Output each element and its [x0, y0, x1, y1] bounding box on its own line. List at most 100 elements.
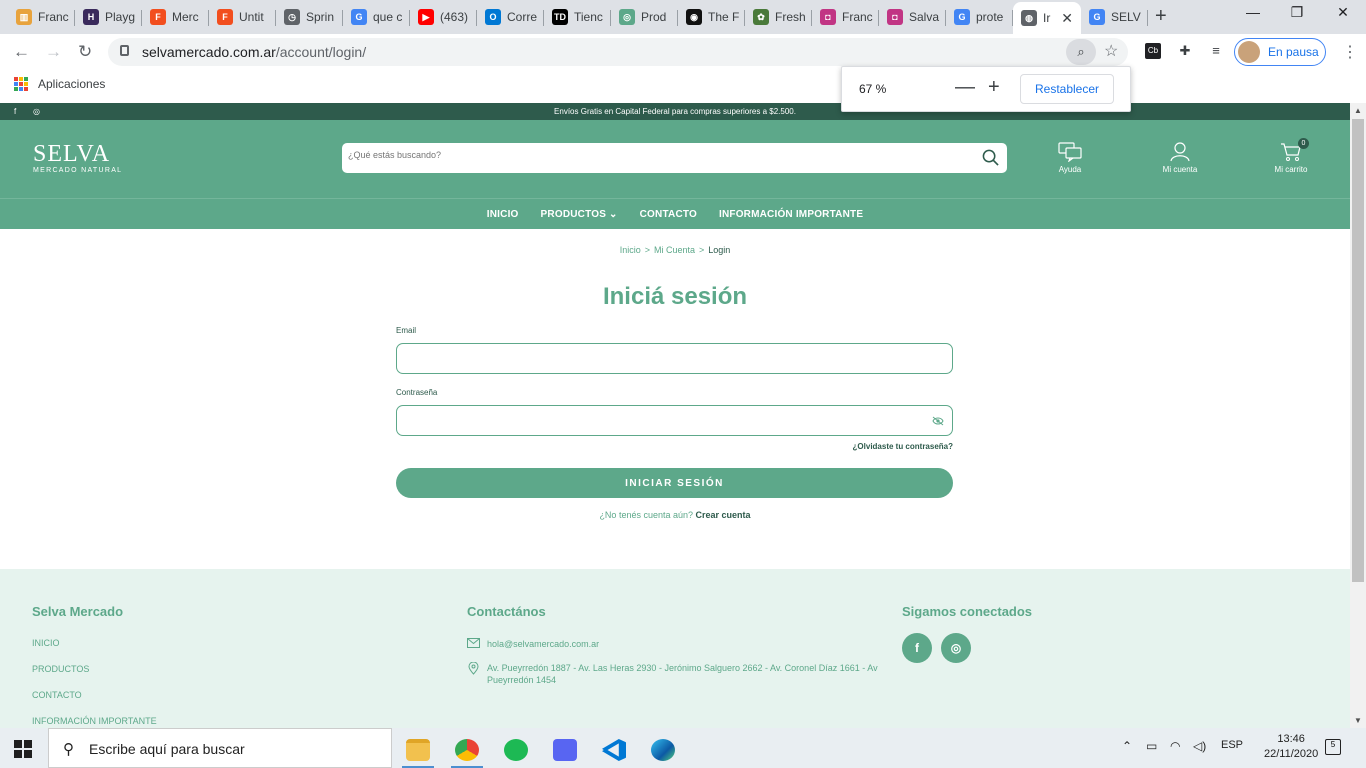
nav-home[interactable]: INICIO — [487, 209, 519, 220]
windows-start-icon[interactable] — [14, 740, 32, 758]
vscode-icon[interactable] — [594, 732, 634, 768]
browser-tab[interactable]: H Playg — [75, 4, 142, 30]
tab-favicon-icon: ▥ — [16, 9, 32, 25]
new-tab-button[interactable]: + — [1155, 5, 1167, 28]
forward-icon[interactable]: → — [45, 42, 62, 62]
forgot-password-link[interactable]: ¿Olvidaste tu contraseña? — [800, 442, 953, 451]
language-indicator[interactable]: ESP — [1221, 739, 1243, 751]
zoom-level: 67 % — [859, 82, 887, 96]
file-explorer-icon[interactable] — [398, 732, 438, 768]
browser-tab[interactable]: ▶ (463) — [410, 4, 477, 30]
facebook-icon[interactable]: f — [902, 633, 932, 663]
browser-tab[interactable]: ◉ The F — [678, 4, 745, 30]
logo-main: SELVA — [33, 141, 111, 167]
breadcrumb-home[interactable]: Inicio — [620, 245, 641, 255]
cart-link[interactable]: 0 Mi carrito — [1261, 138, 1321, 174]
password-field[interactable] — [396, 405, 953, 436]
clock[interactable]: 13:46 22/11/2020 — [1264, 732, 1318, 762]
minimize-button[interactable]: — — [1230, 4, 1276, 20]
footer-link-contact[interactable]: CONTACTO — [32, 690, 157, 700]
browser-tab[interactable]: ✿ Fresh — [745, 4, 812, 30]
instagram-icon[interactable]: ◎ — [941, 633, 971, 663]
create-account-link[interactable]: Crear cuenta — [696, 510, 751, 520]
footer-link-products[interactable]: PRODUCTOS — [32, 664, 157, 674]
browser-tab[interactable]: ◍ Ir ✕ — [1013, 2, 1081, 34]
extension-icon[interactable]: Cb — [1145, 43, 1161, 59]
spotify-icon[interactable] — [496, 732, 536, 768]
breadcrumb-account[interactable]: Mi Cuenta — [654, 245, 695, 255]
search-input[interactable] — [348, 150, 948, 160]
browser-tab[interactable]: F Untit — [209, 4, 276, 30]
zoom-icon[interactable]: ⌕ — [1066, 39, 1096, 65]
scroll-down-icon[interactable]: ▼ — [1354, 716, 1362, 725]
lock-icon — [120, 45, 129, 56]
url-path: /account/login/ — [275, 44, 367, 60]
edge-icon[interactable] — [643, 732, 683, 768]
page-scrollbar[interactable]: ▲ ▼ — [1350, 103, 1366, 728]
browser-tab[interactable]: Gque c — [343, 4, 410, 30]
restore-button[interactable]: ❐ — [1274, 4, 1320, 21]
back-icon[interactable]: ← — [13, 42, 30, 62]
help-label: Ayuda — [1058, 165, 1082, 174]
scroll-up-icon[interactable]: ▲ — [1354, 106, 1362, 115]
bookmark-star-icon[interactable]: ☆ — [1104, 41, 1118, 61]
tab-strip: + — ❐ ✕ ▥ Franc H Playg F Merc F Untit ◷ Sprin Gqu… — [0, 0, 1366, 34]
browser-tab[interactable]: ▥ Franc — [8, 4, 75, 30]
address-bar[interactable]: selvamercado.com.ar/account/login/ ⌕ ☆ — [108, 38, 1128, 66]
browser-tab[interactable]: TD Tienc — [544, 4, 611, 30]
notification-center-icon[interactable]: 5 — [1325, 739, 1341, 755]
browser-tab[interactable]: ◘ Franc — [812, 4, 879, 30]
email-label: Email — [396, 326, 417, 335]
taskbar-search[interactable]: ⚲ Escribe aquí para buscar — [48, 728, 392, 768]
zoom-reset-button[interactable]: Restablecer — [1020, 74, 1114, 104]
eye-off-icon[interactable] — [932, 416, 944, 426]
browser-tab[interactable]: F Merc — [142, 4, 209, 30]
zoom-out-button[interactable]: — — [955, 76, 975, 99]
url-domain: selvamercado.com.ar — [142, 44, 276, 60]
email-field[interactable] — [396, 343, 953, 374]
chat-icon — [1058, 142, 1082, 162]
volume-icon[interactable]: ◁) — [1193, 739, 1206, 753]
tab-title: Salva — [909, 10, 940, 24]
browser-tab[interactable]: ◘ Salva — [879, 4, 946, 30]
browser-tab[interactable]: ◎ Prod — [611, 4, 678, 30]
profile-button[interactable]: En pausa — [1234, 38, 1326, 66]
chrome-icon[interactable] — [447, 732, 487, 768]
menu-kebab-icon[interactable]: ⋮ — [1342, 42, 1358, 62]
browser-tab[interactable]: O Corre — [477, 4, 544, 30]
media-queue-icon[interactable]: ≡ — [1208, 43, 1224, 59]
footer-link-info[interactable]: INFORMACIÓN IMPORTANTE — [32, 716, 157, 726]
apps-grid-icon[interactable] — [14, 77, 28, 91]
zoom-in-button[interactable]: + — [988, 76, 1000, 99]
puzzle-icon[interactable]: ✚ — [1177, 43, 1193, 59]
footer-link-home[interactable]: INICIO — [32, 638, 157, 648]
footer-social-icons: f ◎ — [902, 633, 1032, 663]
browser-tab[interactable]: G SELV — [1081, 4, 1148, 30]
bookmark-apps-label[interactable]: Aplicaciones — [38, 77, 105, 91]
tab-favicon-icon: G — [1089, 9, 1105, 25]
reload-icon[interactable]: ↻ — [78, 42, 92, 62]
login-button[interactable]: INICIAR SESIÓN — [396, 468, 953, 498]
search-icon[interactable] — [982, 149, 999, 166]
battery-icon[interactable]: ▭ — [1146, 739, 1157, 753]
instagram-icon[interactable]: ◎ — [33, 103, 40, 120]
url-text[interactable]: selvamercado.com.ar/account/login/ — [142, 44, 366, 60]
scrollbar-thumb[interactable] — [1352, 119, 1364, 582]
chevron-up-icon[interactable]: ⌃ — [1122, 739, 1132, 753]
footer-address: Av. Pueyrredón 1887 - Av. Las Heras 2930… — [487, 663, 878, 685]
browser-tab[interactable]: ◷ Sprin — [276, 4, 343, 30]
discord-icon[interactable] — [545, 732, 585, 768]
facebook-icon[interactable]: f — [14, 103, 16, 120]
site-logo[interactable]: SELVA MERCADO NATURAL — [33, 142, 122, 174]
browser-tab[interactable]: Gprote — [946, 4, 1013, 30]
promo-text: Envíos Gratis en Capital Federal para co… — [554, 107, 796, 116]
footer-email[interactable]: hola@selvamercado.com.ar — [487, 638, 599, 650]
nav-contact[interactable]: CONTACTO — [640, 209, 697, 220]
nav-info[interactable]: INFORMACIÓN IMPORTANTE — [719, 209, 863, 220]
account-link[interactable]: Mi cuenta — [1150, 142, 1210, 174]
help-link[interactable]: Ayuda — [1040, 142, 1100, 174]
nav-products[interactable]: PRODUCTOS ⌄ — [541, 209, 618, 220]
close-window-button[interactable]: ✕ — [1320, 4, 1366, 21]
wifi-icon[interactable]: ◠ — [1170, 739, 1180, 753]
close-tab-icon[interactable]: ✕ — [1061, 10, 1073, 27]
